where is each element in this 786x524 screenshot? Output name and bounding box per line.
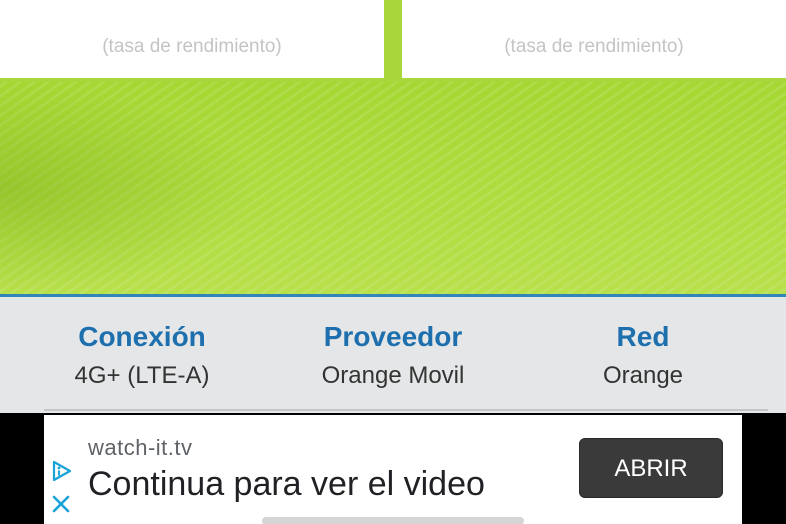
ad-headline[interactable]: Continua para ver el video (88, 465, 485, 504)
result-card-right: (tasa de rendimiento) (402, 0, 786, 78)
app-screen: (tasa de rendimiento) (tasa de rendimien… (0, 0, 786, 524)
result-card-left: (tasa de rendimiento) (0, 0, 384, 78)
result-caption-right: (tasa de rendimiento) (504, 36, 684, 57)
provider-label: Proveedor (323, 321, 463, 352)
network-label: Red (616, 321, 670, 352)
ad-choices-icon[interactable] (50, 459, 74, 483)
info-connection: Conexión 4G+ (LTE-A) (11, 317, 273, 395)
result-caption-left: (tasa de rendimiento) (102, 36, 282, 57)
close-icon[interactable] (50, 493, 72, 515)
info-divider (44, 409, 768, 411)
info-provider: Proveedor Orange Movil (262, 317, 524, 395)
ad-open-button[interactable]: ABRIR (579, 438, 723, 498)
connection-value: 4G+ (LTE-A) (74, 362, 210, 389)
drag-handle[interactable] (262, 517, 524, 524)
green-banner (0, 82, 786, 296)
ad-banner[interactable]: watch-it.tv Continua para ver el video A… (44, 415, 742, 524)
connection-label: Conexión (78, 321, 206, 352)
network-value: Orange (602, 362, 684, 389)
info-network: Red Orange (512, 317, 774, 395)
ad-domain: watch-it.tv (88, 435, 193, 460)
provider-value: Orange Movil (321, 362, 465, 389)
connection-info-panel: Conexión 4G+ (LTE-A) Proveedor Orange Mo… (0, 297, 786, 413)
